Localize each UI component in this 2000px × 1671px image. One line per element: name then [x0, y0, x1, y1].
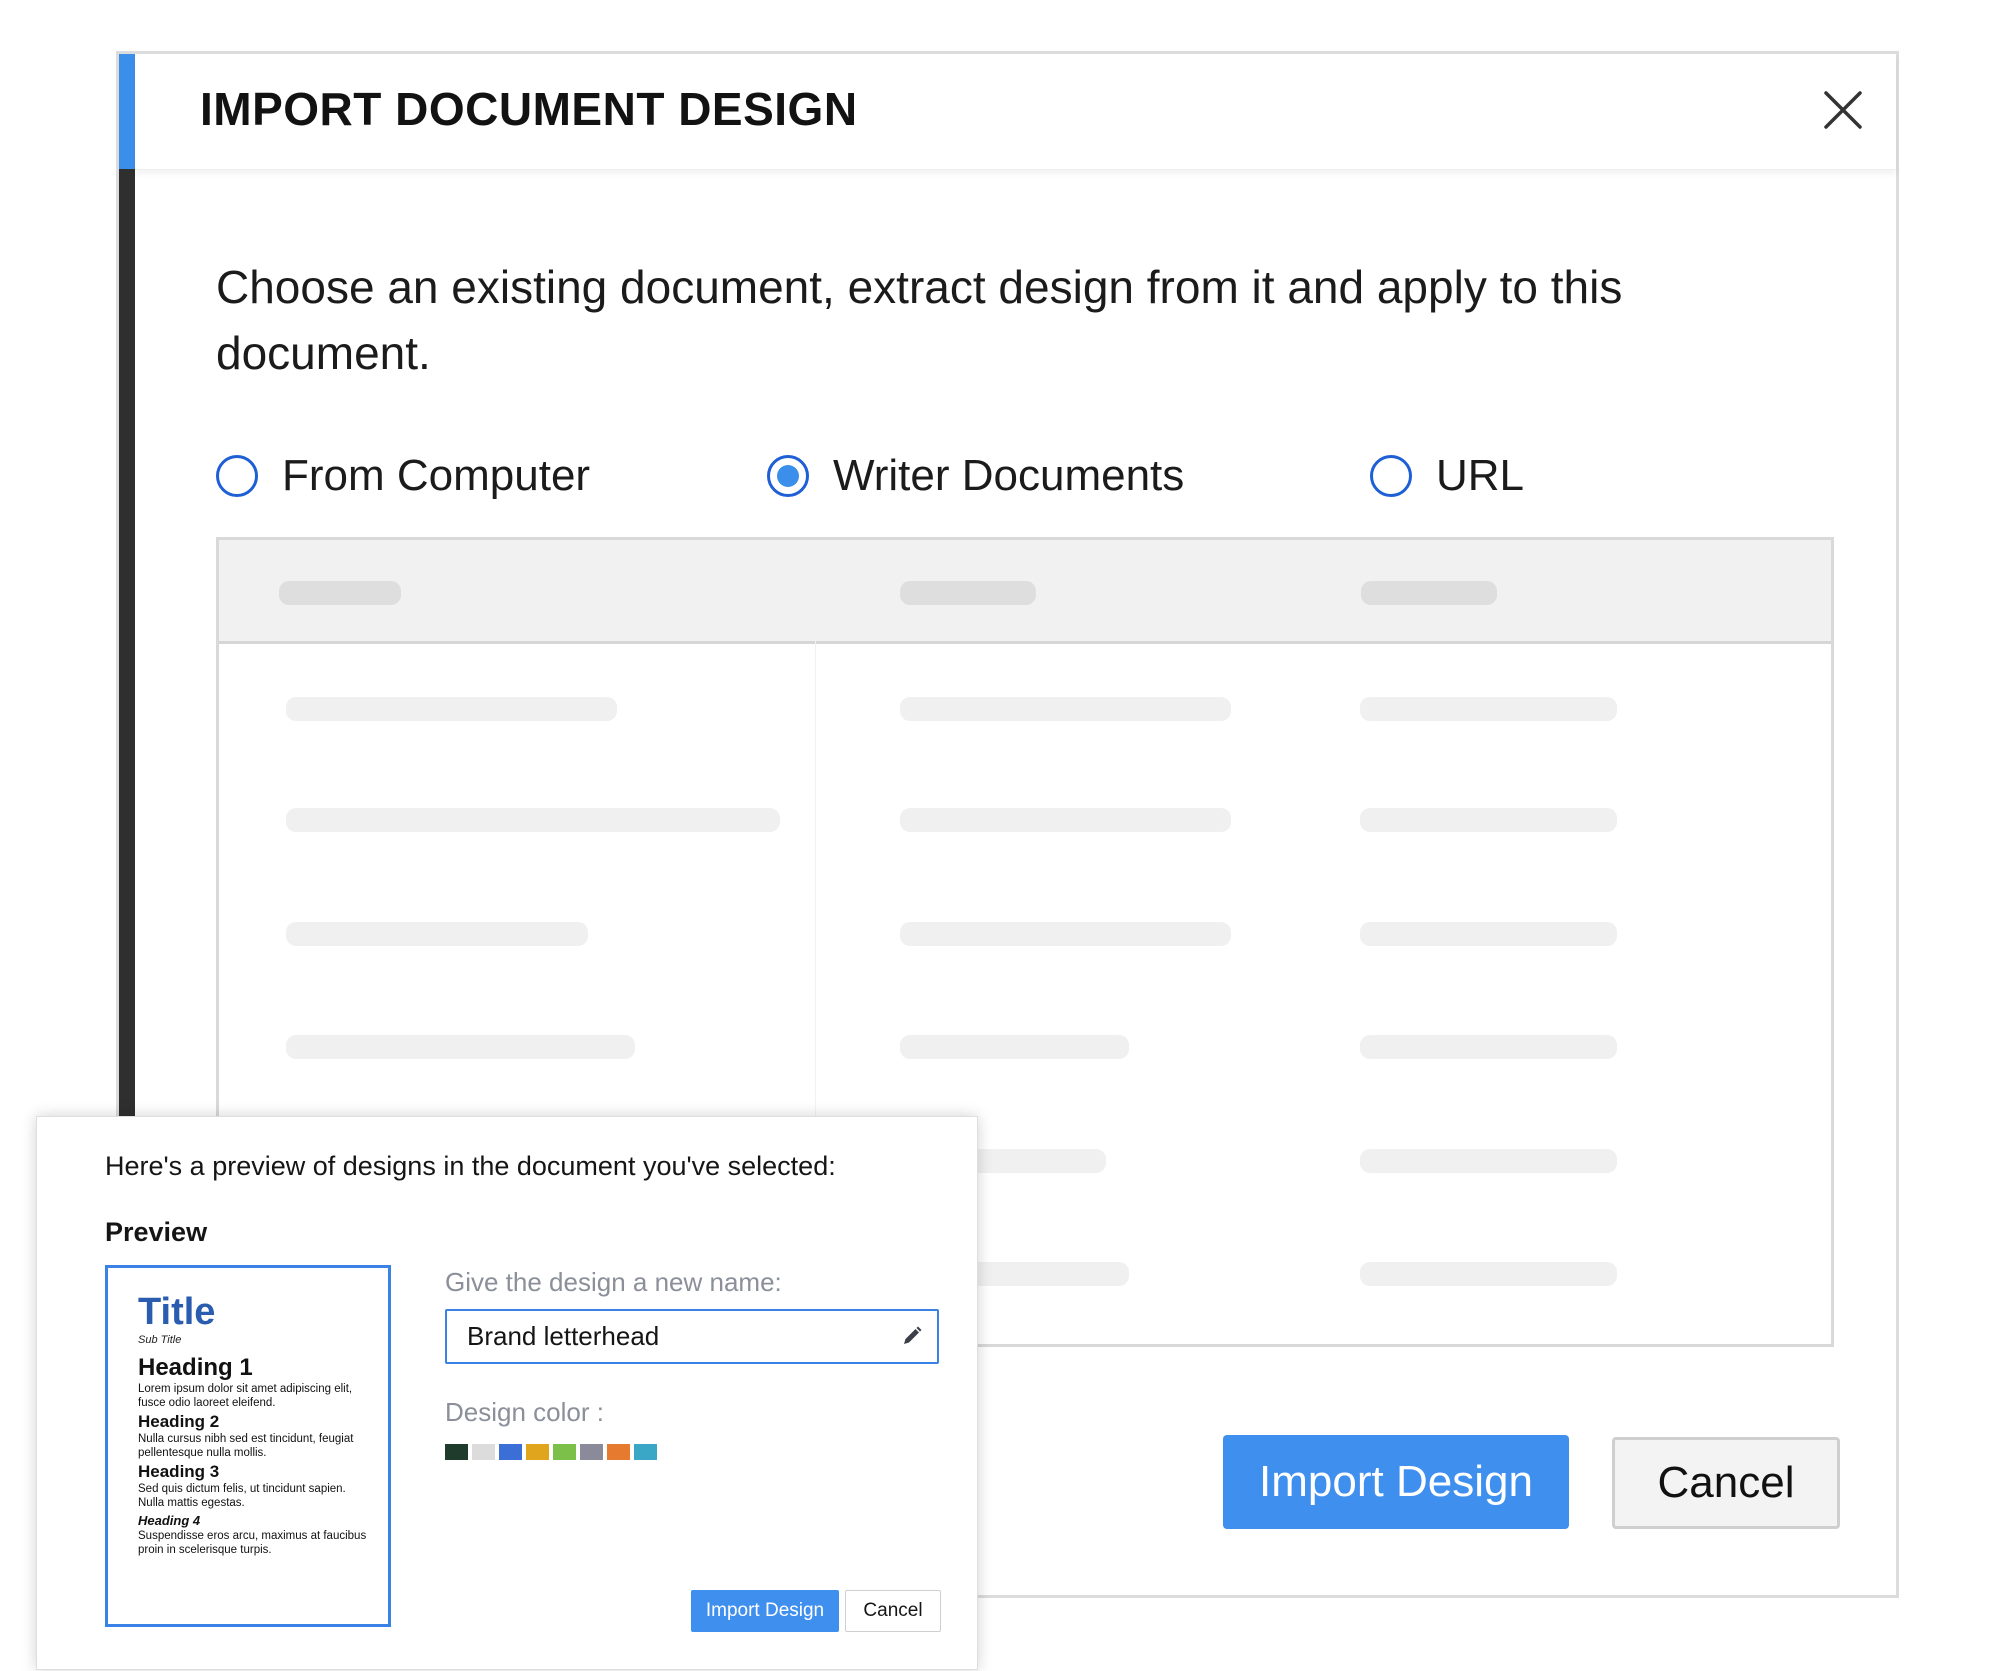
radio-circle[interactable] — [1370, 455, 1412, 497]
thumb-paragraph: Lorem ipsum dolor sit amet adipiscing el… — [138, 1383, 353, 1409]
color-swatch — [499, 1444, 522, 1460]
color-swatch — [607, 1444, 630, 1460]
radio-writer-documents[interactable]: Writer Documents — [767, 446, 1184, 506]
row-placeholder — [1360, 1035, 1617, 1059]
row-placeholder — [900, 1035, 1129, 1059]
design-color-label: Design color : — [445, 1397, 604, 1427]
color-swatch — [553, 1444, 576, 1460]
thumb-heading-4: Heading 4 — [138, 1513, 201, 1528]
dialog-accent-bar — [119, 54, 135, 169]
instruction-text: Choose an existing document, extract des… — [216, 261, 1623, 379]
color-swatch — [580, 1444, 603, 1460]
radio-label: URL — [1436, 451, 1525, 500]
design-preview-thumbnail: Title Sub Title Heading 1 Lorem ipsum do… — [105, 1265, 391, 1627]
radio-label: From Computer — [282, 451, 591, 500]
row-placeholder — [286, 922, 588, 946]
thumbnail-content: Title Sub Title Heading 1 Lorem ipsum do… — [138, 1292, 370, 1566]
close-icon[interactable] — [1820, 87, 1866, 133]
thumb-subtitle: Sub Title — [138, 1334, 182, 1346]
design-preview-panel: Here's a preview of designs in the docum… — [36, 1116, 978, 1670]
row-placeholder — [286, 1035, 635, 1059]
preview-cancel-button[interactable]: Cancel — [845, 1590, 941, 1632]
thumb-title: Title — [138, 1292, 216, 1333]
header-placeholder — [1361, 581, 1497, 605]
dialog-left-bar — [119, 54, 135, 1124]
thumb-heading-3: Heading 3 — [138, 1462, 220, 1481]
cancel-button[interactable]: Cancel — [1612, 1437, 1840, 1529]
design-name-field[interactable] — [445, 1309, 939, 1364]
dialog-title: IMPORT DOCUMENT DESIGN — [200, 83, 858, 135]
row-placeholder — [286, 808, 780, 832]
design-name-input[interactable] — [467, 1311, 887, 1362]
row-placeholder — [900, 697, 1231, 721]
radio-circle[interactable] — [216, 455, 258, 497]
preview-heading: Preview — [105, 1217, 208, 1247]
color-swatch — [445, 1444, 468, 1460]
pencil-icon[interactable] — [901, 1325, 923, 1347]
thumb-heading-1: Heading 1 — [138, 1354, 253, 1381]
radio-url[interactable]: URL — [1370, 446, 1524, 506]
header-placeholder — [279, 581, 401, 605]
design-name-label: Give the design a new name: — [445, 1267, 782, 1297]
dialog-header: IMPORT DOCUMENT DESIGN — [135, 54, 1896, 170]
thumb-paragraph: Sed quis dictum felis, ut tincidunt sapi… — [138, 1483, 346, 1509]
row-placeholder — [1360, 808, 1617, 832]
color-swatch — [526, 1444, 549, 1460]
row-placeholder — [1360, 1262, 1617, 1286]
header-placeholder — [900, 581, 1036, 605]
radio-label: Writer Documents — [833, 451, 1185, 500]
row-placeholder — [286, 697, 617, 721]
color-swatch — [634, 1444, 657, 1460]
thumb-paragraph: Nulla cursus nibh sed est tincidunt, feu… — [138, 1433, 354, 1459]
row-placeholder — [900, 808, 1231, 832]
design-color-swatches — [445, 1444, 657, 1460]
import-design-button[interactable]: Import Design — [1223, 1435, 1569, 1529]
thumb-heading-2: Heading 2 — [138, 1412, 220, 1431]
row-placeholder — [1360, 1149, 1617, 1173]
row-placeholder — [900, 922, 1231, 946]
row-placeholder — [1360, 697, 1617, 721]
table-header — [219, 540, 1831, 644]
preview-import-design-button[interactable]: Import Design — [691, 1590, 839, 1632]
radio-circle-selected[interactable] — [767, 455, 809, 497]
radio-from-computer[interactable]: From Computer — [216, 446, 590, 506]
thumb-paragraph: Suspendisse eros arcu, maximus at faucib… — [138, 1530, 367, 1556]
row-placeholder — [1360, 922, 1617, 946]
color-swatch — [472, 1444, 495, 1460]
preview-intro-text: Here's a preview of designs in the docum… — [105, 1151, 836, 1181]
